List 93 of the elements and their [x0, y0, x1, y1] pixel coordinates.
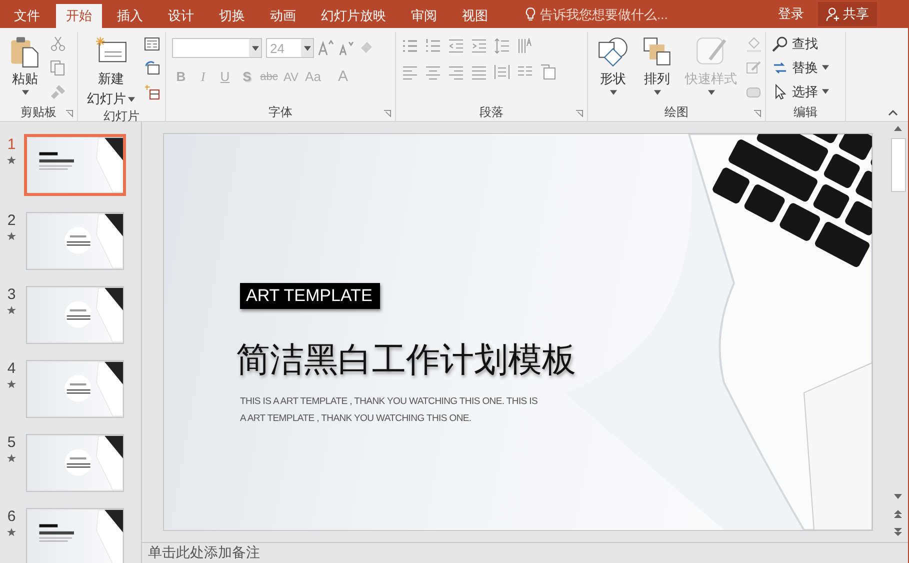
group-label: 编辑	[794, 104, 818, 120]
decrease-indent-icon[interactable]	[448, 38, 464, 54]
distribute-icon[interactable]	[494, 64, 510, 80]
ribbon-tab[interactable]: 幻灯片放映	[311, 4, 396, 28]
next-slide-icon[interactable]	[894, 528, 902, 536]
star-icon	[7, 232, 16, 241]
arrange-button[interactable]: 排列	[638, 34, 676, 103]
caret-icon[interactable]	[252, 46, 258, 50]
scroll-thumb[interactable]	[890, 138, 906, 192]
person-plus-icon	[826, 7, 840, 21]
shapes-button[interactable]: 形状	[594, 34, 632, 103]
share-button[interactable]: 共享	[818, 2, 877, 26]
justify-icon[interactable]	[471, 64, 487, 80]
line-spacing-icon[interactable]	[494, 38, 510, 54]
caret-icon[interactable]	[822, 65, 829, 70]
select-button[interactable]: 选择	[772, 81, 839, 102]
caret-icon[interactable]	[610, 90, 616, 95]
dialog-launcher-icon[interactable]	[384, 110, 391, 117]
collapse-ribbon-icon[interactable]	[888, 110, 898, 116]
ribbon-tab[interactable]: 设计	[158, 4, 204, 28]
star-icon	[7, 306, 16, 315]
sign-in-link[interactable]: 登录	[778, 0, 804, 28]
grow-font-icon[interactable]	[318, 40, 334, 56]
group-label: 剪贴板	[20, 104, 56, 120]
align-left-icon[interactable]	[402, 64, 418, 80]
reset-icon[interactable]	[144, 60, 160, 76]
ribbon-tab[interactable]: 开始	[56, 4, 102, 28]
slide-number: 6	[7, 508, 16, 525]
slide-number: 1	[7, 136, 16, 153]
clipboard-icon	[9, 36, 41, 68]
star-icon	[7, 380, 16, 389]
numbered-list-icon[interactable]	[425, 38, 441, 54]
align-right-icon[interactable]	[448, 64, 464, 80]
smartart-icon[interactable]	[540, 64, 556, 80]
dialog-launcher-icon[interactable]	[576, 110, 583, 117]
shrink-font-icon[interactable]	[338, 40, 354, 56]
group-label: 幻灯片	[104, 108, 140, 125]
group-label: 字体	[268, 104, 292, 120]
align-center-icon[interactable]	[425, 64, 441, 80]
paste-button[interactable]: 粘贴	[6, 34, 44, 103]
slide-thumbnail[interactable]	[26, 508, 124, 563]
increase-indent-icon[interactable]	[471, 38, 487, 54]
star-icon	[7, 156, 16, 165]
slide-thumbnail[interactable]	[26, 212, 124, 270]
caret-icon[interactable]	[22, 90, 28, 95]
ribbon-tab[interactable]: 审阅	[401, 4, 447, 28]
slide-subtitle: THIS IS A ART TEMPLATE , THANK YOU WATCHING THIS ONE. THIS IS A ART TEMPLATE , THANK YOU WATCHING THIS ONE.	[240, 395, 539, 426]
shapes-icon	[597, 36, 629, 68]
copy-icon[interactable]	[50, 60, 66, 76]
scroll-up-icon[interactable]	[894, 125, 902, 131]
slide-thumbnail[interactable]	[24, 134, 126, 196]
slide-number: 4	[7, 360, 16, 377]
notes-field[interactable]: 单击此处添加备注	[142, 542, 908, 563]
text-direction-icon[interactable]	[517, 38, 533, 54]
file-menu-tab[interactable]: 文件	[4, 4, 50, 28]
caret-icon[interactable]	[822, 89, 829, 94]
dialog-launcher-icon[interactable]	[754, 110, 761, 117]
star-icon	[7, 528, 16, 537]
slide-thumbnail[interactable]	[26, 360, 124, 418]
caret-icon[interactable]	[128, 96, 135, 102]
slide-number: 5	[7, 434, 16, 451]
new-slide-button[interactable]: 新建 幻灯片	[84, 34, 138, 108]
slide-thumbnail[interactable]	[26, 286, 124, 344]
ribbon-tab[interactable]: 插入	[107, 4, 153, 28]
paint-bucket-icon[interactable]	[746, 36, 762, 52]
star-icon	[7, 454, 16, 463]
slide-tag-label: ART TEMPLATE	[240, 283, 380, 309]
replace-icon	[772, 60, 788, 76]
ribbon-tab[interactable]: 动画	[260, 4, 306, 28]
layout-icon[interactable]	[144, 36, 160, 52]
pencil-icon[interactable]	[746, 60, 762, 76]
bullet-list-icon[interactable]	[402, 38, 418, 54]
find-button[interactable]: 查找	[772, 33, 839, 54]
tell-me-search-field[interactable]: 告诉我您想要做什么...	[540, 6, 740, 22]
font-name-field[interactable]	[172, 38, 262, 58]
search-icon	[772, 36, 788, 52]
lightbulb-icon	[525, 6, 536, 22]
ribbon-tab[interactable]: 切换	[209, 4, 255, 28]
scissors-icon[interactable]	[50, 36, 66, 52]
previous-slide-icon[interactable]	[894, 510, 902, 518]
slide-number: 3	[7, 286, 16, 303]
caret-icon[interactable]	[654, 90, 660, 95]
replace-button[interactable]: 替换	[772, 57, 839, 78]
arrange-icon	[641, 36, 673, 68]
ribbon-tab[interactable]: 视图	[452, 4, 498, 28]
section-icon[interactable]	[144, 84, 160, 100]
group-label: 段落	[480, 104, 504, 120]
slide-number: 2	[7, 212, 16, 229]
group-label: 绘图	[664, 104, 688, 120]
slide-thumbnail[interactable]	[26, 434, 124, 492]
slide-title: 简洁黑白工作计划模板	[236, 340, 576, 381]
dialog-launcher-icon[interactable]	[66, 110, 73, 117]
scroll-down-icon[interactable]	[894, 494, 902, 500]
